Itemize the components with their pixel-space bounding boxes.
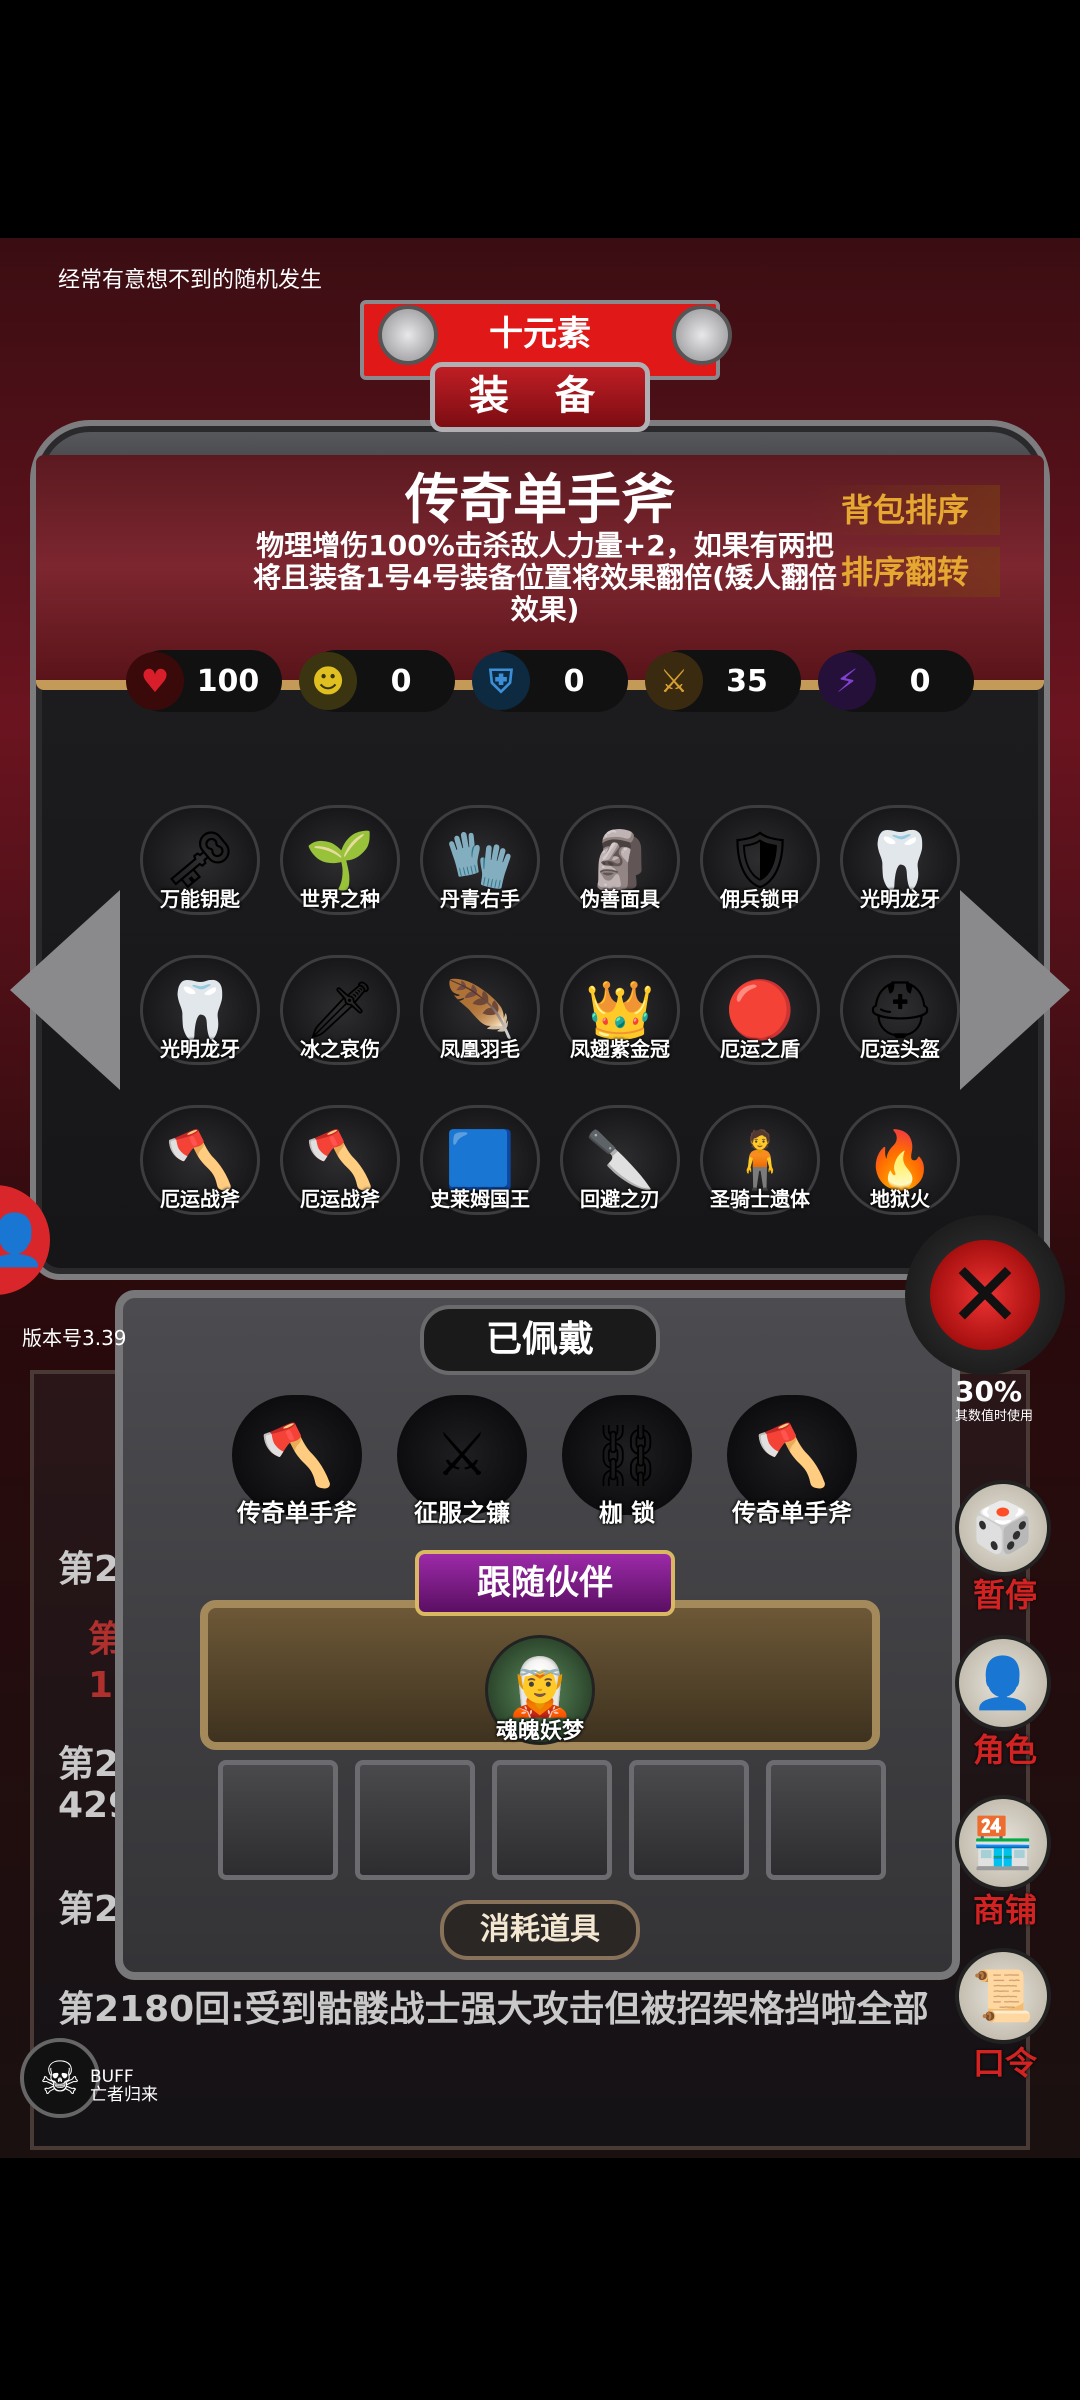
item-label: 圣骑士遗体: [710, 1187, 810, 1211]
item-slot[interactable]: 🧍 圣骑士遗体: [700, 1105, 820, 1235]
consumables-title: 消耗道具: [440, 1900, 640, 1960]
item-label: 凤翅紫金冠: [570, 1037, 670, 1061]
item-slot[interactable]: 🔴 厄运之盾: [700, 955, 820, 1085]
close-button[interactable]: ✕: [905, 1215, 1065, 1375]
item-label: 万能钥匙: [160, 887, 240, 911]
stat-attack: ⚔ 35: [645, 650, 801, 712]
character-icon: 👤: [955, 1635, 1051, 1731]
consumable-slot[interactable]: [218, 1760, 338, 1880]
close-icon: ✕: [930, 1240, 1040, 1350]
item-label: 丹青右手: [440, 887, 520, 911]
item-label: 厄运战斧: [160, 1187, 240, 1211]
item-label: 回避之刃: [580, 1187, 660, 1211]
stat-value: 0: [390, 663, 412, 699]
item-label: 世界之种: [300, 887, 380, 911]
log-line: 1: [88, 1665, 114, 1706]
item-label: 光明龙牙: [160, 1037, 240, 1061]
worn-item-label: 传奇单手斧: [732, 1499, 852, 1527]
item-label: 佣兵锁甲: [720, 887, 800, 911]
consumable-slot[interactable]: [629, 1760, 749, 1880]
worn-slot[interactable]: ⛓ 枷 锁: [562, 1395, 692, 1527]
stat-armor: ⛨ 0: [472, 650, 628, 712]
ornament-icon: [672, 305, 732, 365]
consumable-slot[interactable]: [492, 1760, 612, 1880]
item-label: 厄运头盔: [860, 1037, 940, 1061]
version-label: 版本号3.39: [22, 1326, 127, 1350]
item-slot[interactable]: 🗡 冰之哀伤: [280, 955, 400, 1085]
worn-item-label: 枷 锁: [598, 1499, 656, 1527]
consumable-slot[interactable]: [766, 1760, 886, 1880]
companion-name: 魂魄妖梦: [495, 1719, 584, 1744]
worn-slot[interactable]: ⚔ 征服之镰: [397, 1395, 527, 1527]
scroll-icon: 📜: [955, 1948, 1051, 2044]
sort-bag-button[interactable]: 背包排序: [810, 485, 1000, 535]
stat-value: 100: [196, 663, 260, 699]
item-slot[interactable]: 🦷 光明龙牙: [840, 805, 960, 935]
tip-text: 经常有意想不到的随机发生: [58, 268, 323, 293]
stat-value: 0: [909, 663, 931, 699]
item-slot[interactable]: 🪶 凤凰羽毛: [420, 955, 540, 1085]
item-slot[interactable]: 🪓 厄运战斧: [280, 1105, 400, 1235]
stat-value: 0: [563, 663, 585, 699]
game-screen: 第2 第 1 第21 4293 第2 第2180回:受到骷髅战士强大攻击但被招架…: [0, 0, 1080, 2400]
item-slot[interactable]: ⛑ 厄运头盔: [840, 955, 960, 1085]
item-label: 冰之哀伤: [300, 1037, 380, 1061]
item-slot[interactable]: 🔥 地狱火: [840, 1105, 960, 1235]
log-line: 第2: [58, 1889, 120, 1930]
shop-icon: 🏪: [955, 1795, 1051, 1891]
item-label: 凤凰羽毛: [440, 1037, 520, 1061]
ornament-icon: [378, 305, 438, 365]
character-button[interactable]: 👤 角色: [955, 1635, 1055, 1785]
prev-page-arrow-icon[interactable]: [10, 890, 120, 1090]
stat-hp: ♥ 100: [126, 650, 282, 712]
worn-slot[interactable]: 🪓 传奇单手斧: [232, 1395, 362, 1527]
worn-item-label: 征服之镰: [414, 1499, 510, 1527]
item-slot[interactable]: 🛡 佣兵锁甲: [700, 805, 820, 935]
item-label: 厄运之盾: [720, 1037, 800, 1061]
item-slot[interactable]: 🔪 回避之刃: [560, 1105, 680, 1235]
item-slot[interactable]: 🗿 伪善面具: [560, 805, 680, 935]
pause-button[interactable]: 🎲 暂停: [955, 1480, 1055, 1630]
item-name: 传奇单手斧: [405, 468, 675, 531]
dice-icon: 🎲: [955, 1480, 1051, 1576]
item-slot[interactable]: 🗝 万能钥匙: [140, 805, 260, 935]
item-slot[interactable]: 🌱 世界之种: [280, 805, 400, 935]
sort-reverse-button[interactable]: 排序翻转: [810, 547, 1000, 597]
worn-slot[interactable]: 🪓 传奇单手斧: [727, 1395, 857, 1527]
percent-caption: 其数值时使用: [955, 1409, 1034, 1424]
item-slot[interactable]: 👑 凤翅紫金冠: [560, 955, 680, 1085]
strength-icon: ☻: [299, 652, 357, 710]
password-button[interactable]: 📜 口令: [955, 1948, 1055, 2098]
stat-value: 35: [726, 663, 768, 699]
buff-label: BUFF 亡者归来: [90, 2067, 158, 2105]
item-label: 地狱火: [870, 1187, 930, 1211]
armor-icon: ⛨: [472, 652, 530, 710]
log-line: 第2: [58, 1549, 120, 1590]
buff-skull-icon[interactable]: ☠: [20, 2038, 100, 2118]
worn-title: 已佩戴: [420, 1305, 660, 1375]
heart-icon: ♥: [126, 652, 184, 710]
item-label: 厄运战斧: [300, 1187, 380, 1211]
worn-item-label: 传奇单手斧: [237, 1499, 357, 1527]
stat-magic: ⚡ 0: [818, 650, 974, 712]
percent-value: 30%: [955, 1375, 1023, 1408]
item-slot[interactable]: 🪓 厄运战斧: [140, 1105, 260, 1235]
item-slot[interactable]: 🧤 丹青右手: [420, 805, 540, 935]
consumable-slot[interactable]: [355, 1760, 475, 1880]
lightning-icon: ⚡: [818, 652, 876, 710]
item-slot[interactable]: 🦷 光明龙牙: [140, 955, 260, 1085]
sword-icon: ⚔: [645, 652, 703, 710]
item-description: 物理增伤100%击杀敌人力量+2，如果有两把将且装备1号4号装备位置将效果翻倍(…: [253, 529, 837, 626]
next-page-arrow-icon[interactable]: [960, 890, 1070, 1090]
log-line: 第2180回:受到骷髅战士强大攻击但被招架格挡啦全部: [58, 1989, 929, 2030]
item-label: 光明龙牙: [860, 887, 940, 911]
panel-banner: 装 备: [430, 362, 650, 432]
companion-title: 跟随伙伴: [415, 1550, 675, 1616]
stat-strength: ☻ 0: [299, 650, 455, 712]
item-label: 伪善面具: [580, 887, 660, 911]
item-label: 史莱姆国王: [430, 1187, 530, 1211]
shop-button[interactable]: 🏪 商铺: [955, 1795, 1055, 1945]
item-slot[interactable]: 🟦 史莱姆国王: [420, 1105, 540, 1235]
